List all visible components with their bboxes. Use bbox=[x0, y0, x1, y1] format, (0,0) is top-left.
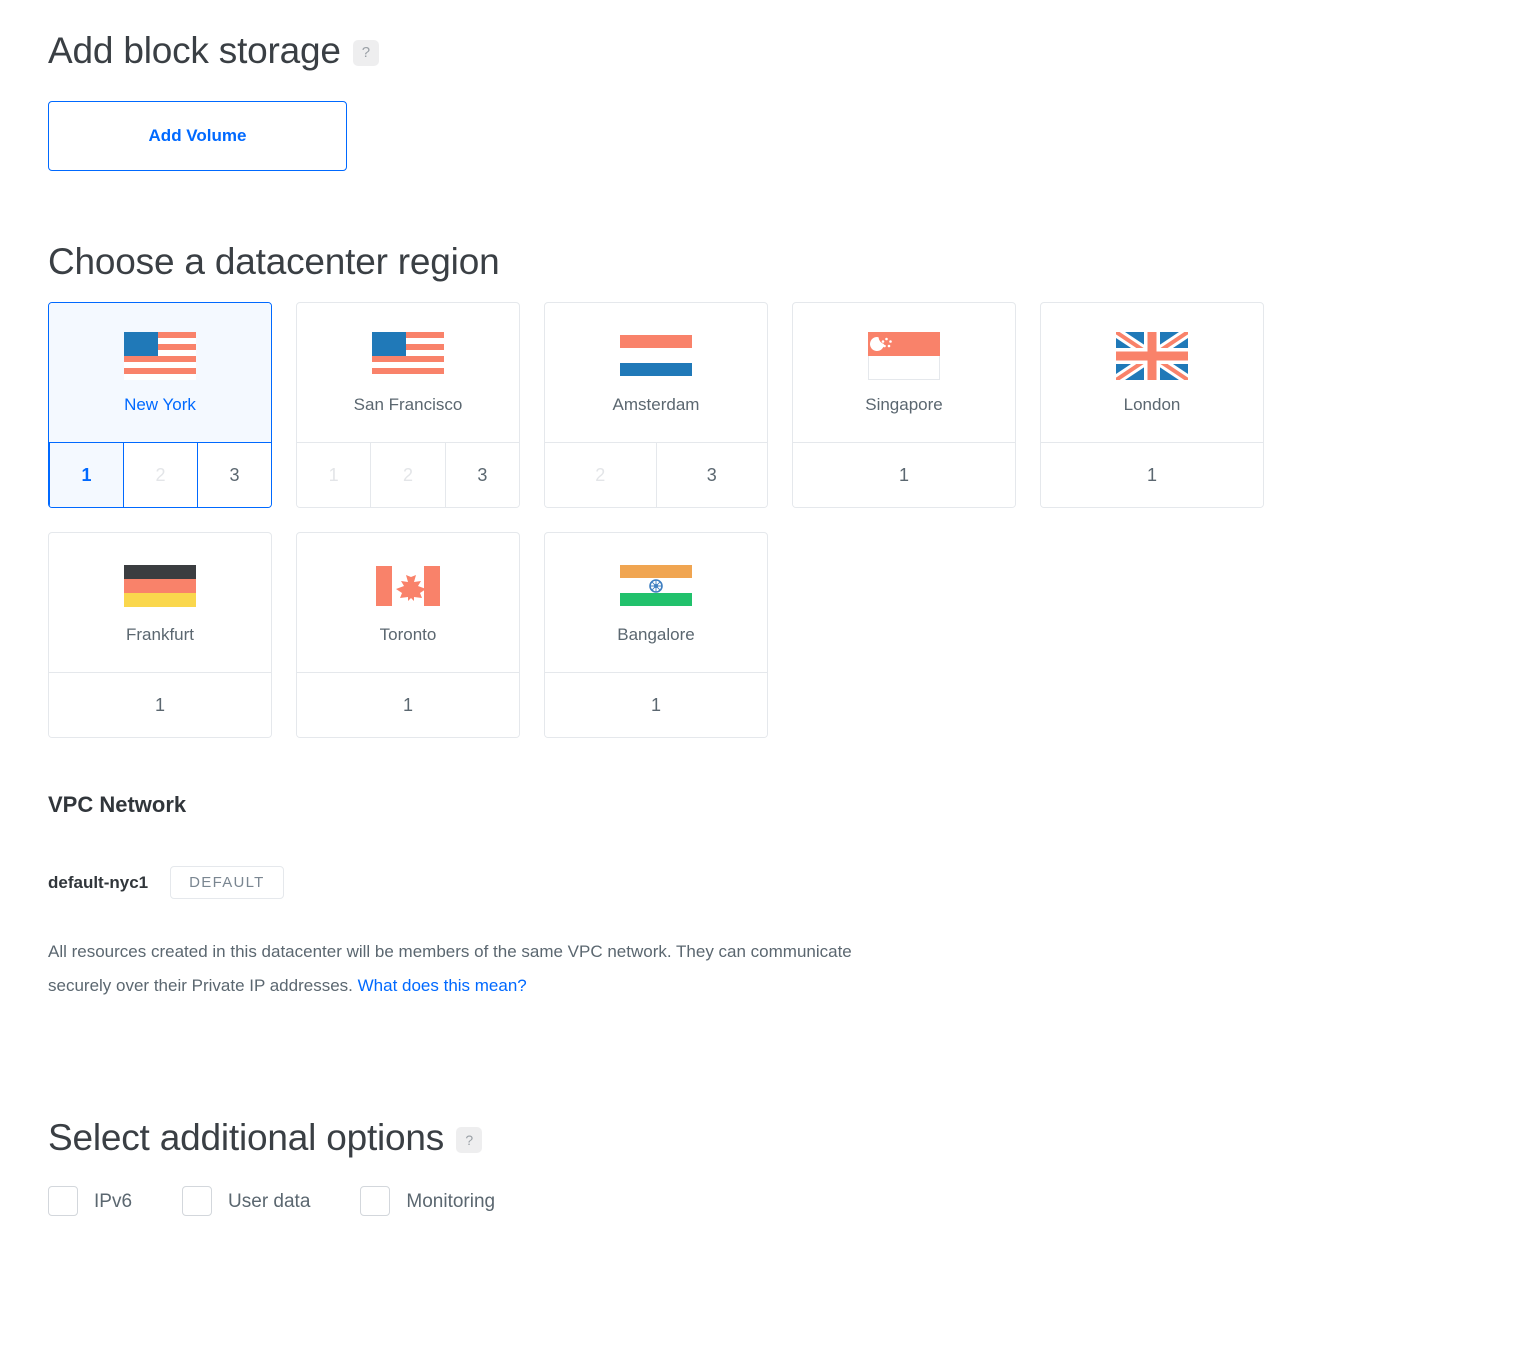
checkbox-user-data[interactable] bbox=[182, 1186, 213, 1216]
region-name-label: Bangalore bbox=[617, 625, 695, 644]
block-storage-title: Add block storage bbox=[48, 30, 341, 71]
region-name-label: London bbox=[1123, 395, 1181, 414]
germany-flag-icon bbox=[124, 562, 196, 610]
region-slot-3[interactable]: 3 bbox=[444, 443, 519, 507]
checkbox-monitoring[interactable] bbox=[360, 1186, 391, 1216]
region-slot-1[interactable]: 1 bbox=[49, 443, 123, 507]
region-slot-2: 2 bbox=[123, 443, 197, 507]
region-card-frankfurt[interactable]: Frankfurt 1 bbox=[48, 532, 272, 738]
datacenter-region-heading: Choose a datacenter region bbox=[48, 243, 1524, 280]
india-flag-icon bbox=[620, 562, 692, 610]
vpc-network-name: default-nyc1 bbox=[48, 873, 149, 892]
block-storage-heading: Add block storage ? bbox=[48, 32, 1524, 69]
region-slot-1[interactable]: 1 bbox=[545, 673, 767, 737]
region-slot-row: 1 bbox=[545, 672, 767, 737]
region-slot-1[interactable]: 1 bbox=[49, 673, 271, 737]
option-label: IPv6 bbox=[94, 1190, 133, 1212]
region-slot-row: 123 bbox=[297, 442, 519, 507]
create-droplet-page: Add block storage ? Add Volume Choose a … bbox=[0, 0, 1524, 1345]
region-card-san-francisco[interactable]: San Francisco 1 2 3 bbox=[296, 302, 520, 508]
region-slot-2: 2 bbox=[545, 443, 656, 507]
region-slot-1[interactable]: 1 bbox=[793, 443, 1015, 507]
region-card-header: London bbox=[1041, 303, 1263, 442]
vpc-network-section: VPC Network default-nyc1 DEFAULT All res… bbox=[48, 794, 1524, 1003]
region-grid: New York 1 2 3 San Francisco 1 2 3 Amsterdam 2 3 bbox=[48, 302, 1500, 738]
region-slot-2: 2 bbox=[370, 443, 445, 507]
us-flag-icon bbox=[372, 332, 444, 380]
region-slot-row: 123 bbox=[49, 442, 271, 507]
additional-options-heading: Select additional options ? bbox=[48, 1119, 1524, 1156]
region-name-label: Frankfurt bbox=[125, 625, 195, 644]
option-label: Monitoring bbox=[406, 1190, 496, 1212]
region-card-header: San Francisco bbox=[297, 303, 519, 442]
region-slot-row: 23 bbox=[545, 442, 767, 507]
uk-flag-icon bbox=[1116, 332, 1188, 380]
block-storage-section: Add block storage ? Add Volume bbox=[48, 0, 1524, 171]
region-card-singapore[interactable]: Singapore 1 bbox=[792, 302, 1016, 508]
add-volume-button[interactable]: Add Volume bbox=[48, 101, 347, 171]
region-name-label: New York bbox=[124, 395, 196, 414]
help-icon[interactable]: ? bbox=[352, 39, 379, 66]
region-slot-3[interactable]: 3 bbox=[197, 443, 271, 507]
vpc-network-row: default-nyc1 DEFAULT bbox=[48, 866, 1524, 899]
region-slot-1: 1 bbox=[297, 443, 371, 507]
region-slot-row: 1 bbox=[297, 672, 519, 737]
region-card-toronto[interactable]: Toronto 1 bbox=[296, 532, 520, 738]
option-user-data[interactable]: User data bbox=[182, 1186, 310, 1216]
region-slot-row: 1 bbox=[49, 672, 271, 737]
region-card-header: Bangalore bbox=[545, 533, 767, 672]
region-name-label: Amsterdam bbox=[612, 395, 700, 414]
region-card-amsterdam[interactable]: Amsterdam 2 3 bbox=[544, 302, 768, 508]
option-ipv6[interactable]: IPv6 bbox=[48, 1186, 132, 1216]
region-card-london[interactable]: London 1 bbox=[1040, 302, 1264, 508]
option-monitoring[interactable]: Monitoring bbox=[360, 1186, 495, 1216]
region-name-label: San Francisco bbox=[353, 395, 463, 414]
region-card-header: Frankfurt bbox=[49, 533, 271, 672]
netherlands-flag-icon bbox=[620, 332, 692, 380]
help-icon[interactable]: ? bbox=[456, 1126, 483, 1153]
region-card-header: New York bbox=[49, 303, 271, 442]
datacenter-region-section: Choose a datacenter region New York 1 2 3 S… bbox=[48, 243, 1524, 738]
additional-options-row: IPv6 User data Monitoring bbox=[48, 1186, 1524, 1216]
region-card-header: Toronto bbox=[297, 533, 519, 672]
canada-flag-icon bbox=[372, 562, 444, 610]
region-name-label: Toronto bbox=[379, 625, 437, 644]
region-card-bangalore[interactable]: Bangalore 1 bbox=[544, 532, 768, 738]
region-slot-row: 1 bbox=[1041, 442, 1263, 507]
checkbox-ipv6[interactable] bbox=[48, 1186, 78, 1216]
vpc-network-title: VPC Network bbox=[48, 792, 187, 817]
what-does-this-mean-link[interactable]: What does this mean? bbox=[358, 976, 527, 995]
region-card-new-york[interactable]: New York 1 2 3 bbox=[48, 302, 272, 508]
singapore-flag-icon bbox=[868, 332, 940, 380]
region-card-header: Amsterdam bbox=[545, 303, 767, 442]
region-slot-row: 1 bbox=[793, 442, 1015, 507]
region-slot-1[interactable]: 1 bbox=[1041, 443, 1263, 507]
vpc-description: All resources created in this datacenter… bbox=[48, 935, 888, 1003]
region-name-label: Singapore bbox=[865, 395, 943, 414]
option-label: User data bbox=[228, 1190, 311, 1212]
region-slot-1[interactable]: 1 bbox=[297, 673, 519, 737]
default-badge: DEFAULT bbox=[170, 866, 284, 899]
additional-options-section: Select additional options ? IPv6 User dat… bbox=[48, 1119, 1524, 1216]
region-slot-3[interactable]: 3 bbox=[655, 443, 767, 507]
datacenter-region-title: Choose a datacenter region bbox=[48, 241, 500, 282]
additional-options-title: Select additional options bbox=[48, 1117, 445, 1158]
region-card-header: Singapore bbox=[793, 303, 1015, 442]
us-flag-icon bbox=[124, 332, 196, 380]
